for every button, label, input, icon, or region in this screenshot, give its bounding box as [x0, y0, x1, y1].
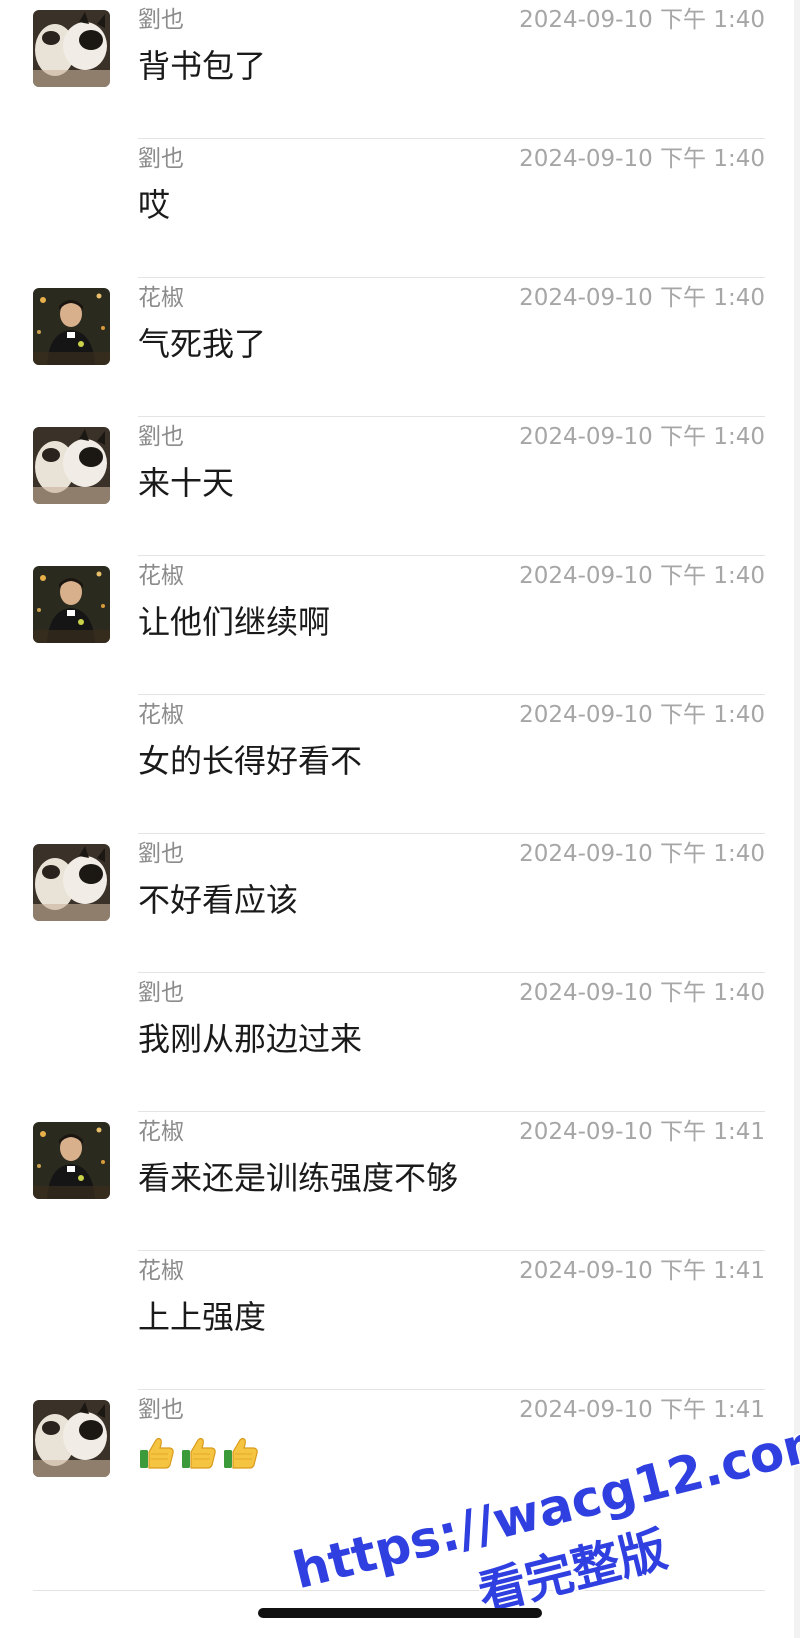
sender-name: 花椒 [138, 563, 184, 589]
message-text[interactable]: 女的长得好看不 [138, 741, 362, 781]
scroll-track [794, 0, 800, 1638]
avatar-liuye[interactable] [33, 10, 110, 87]
sender-name: 劉也 [138, 424, 184, 450]
chat-message[interactable]: 劉也 2024-09-10 下午 1:40 我刚从那边过来 [0, 973, 800, 1112]
sender-name: 花椒 [138, 1119, 184, 1145]
message-timestamp: 2024-09-10 下午 1:41 [519, 1397, 765, 1423]
thumbs-up-icon [222, 1434, 260, 1476]
sender-name: 劉也 [138, 980, 184, 1006]
message-text[interactable]: 哎 [138, 185, 170, 225]
message-timestamp: 2024-09-10 下午 1:40 [519, 7, 765, 33]
avatar-liuye[interactable] [33, 427, 110, 504]
chat-message[interactable]: 劉也 2024-09-10 下午 1:40 哎 [0, 139, 800, 278]
avatar-liuye[interactable] [33, 844, 110, 921]
message-text[interactable]: 上上强度 [138, 1297, 266, 1337]
avatar-liuye[interactable] [33, 1400, 110, 1477]
message-emoji-row [138, 1434, 260, 1476]
chat-message[interactable]: 劉也 2024-09-10 下午 1:40 背书包了 [0, 0, 800, 139]
sender-name: 劉也 [138, 1397, 184, 1423]
message-timestamp: 2024-09-10 下午 1:40 [519, 702, 765, 728]
message-timestamp: 2024-09-10 下午 1:41 [519, 1258, 765, 1284]
message-text[interactable]: 背书包了 [138, 46, 266, 86]
thumbs-up-icon [180, 1434, 218, 1476]
avatar-huajiao[interactable] [33, 1122, 110, 1199]
sender-name: 劉也 [138, 841, 184, 867]
sender-name: 劉也 [138, 7, 184, 33]
bottom-divider [33, 1590, 765, 1591]
message-timestamp: 2024-09-10 下午 1:40 [519, 424, 765, 450]
message-text[interactable]: 来十天 [138, 463, 234, 503]
avatar-huajiao[interactable] [33, 288, 110, 365]
message-text[interactable]: 不好看应该 [138, 880, 298, 920]
message-text[interactable]: 让他们继续啊 [138, 602, 330, 642]
chat-message[interactable]: 花椒 2024-09-10 下午 1:40 气死我了 [0, 278, 800, 417]
chat-message[interactable]: 花椒 2024-09-10 下午 1:41 看来还是训练强度不够 [0, 1112, 800, 1251]
home-indicator[interactable] [258, 1608, 542, 1618]
sender-name: 花椒 [138, 285, 184, 311]
sender-name: 花椒 [138, 702, 184, 728]
message-text[interactable]: 看来还是训练强度不够 [138, 1158, 458, 1198]
message-text[interactable]: 我刚从那边过来 [138, 1019, 362, 1059]
avatar-huajiao[interactable] [33, 566, 110, 643]
message-text[interactable]: 气死我了 [138, 324, 266, 364]
chat-message[interactable]: 花椒 2024-09-10 下午 1:40 让他们继续啊 [0, 556, 800, 695]
chat-message[interactable]: 花椒 2024-09-10 下午 1:41 上上强度 [0, 1251, 800, 1390]
chat-message[interactable]: 花椒 2024-09-10 下午 1:40 女的长得好看不 [0, 695, 800, 834]
message-timestamp: 2024-09-10 下午 1:41 [519, 1119, 765, 1145]
message-timestamp: 2024-09-10 下午 1:40 [519, 980, 765, 1006]
watermark-caption: 看完整版 [473, 1521, 673, 1620]
sender-name: 劉也 [138, 146, 184, 172]
message-timestamp: 2024-09-10 下午 1:40 [519, 146, 765, 172]
message-timestamp: 2024-09-10 下午 1:40 [519, 841, 765, 867]
chat-message[interactable]: 劉也 2024-09-10 下午 1:41 [0, 1390, 800, 1529]
thumbs-up-icon [138, 1434, 176, 1476]
chat-message[interactable]: 劉也 2024-09-10 下午 1:40 不好看应该 [0, 834, 800, 973]
sender-name: 花椒 [138, 1258, 184, 1284]
chat-message[interactable]: 劉也 2024-09-10 下午 1:40 来十天 [0, 417, 800, 556]
message-timestamp: 2024-09-10 下午 1:40 [519, 285, 765, 311]
message-timestamp: 2024-09-10 下午 1:40 [519, 563, 765, 589]
